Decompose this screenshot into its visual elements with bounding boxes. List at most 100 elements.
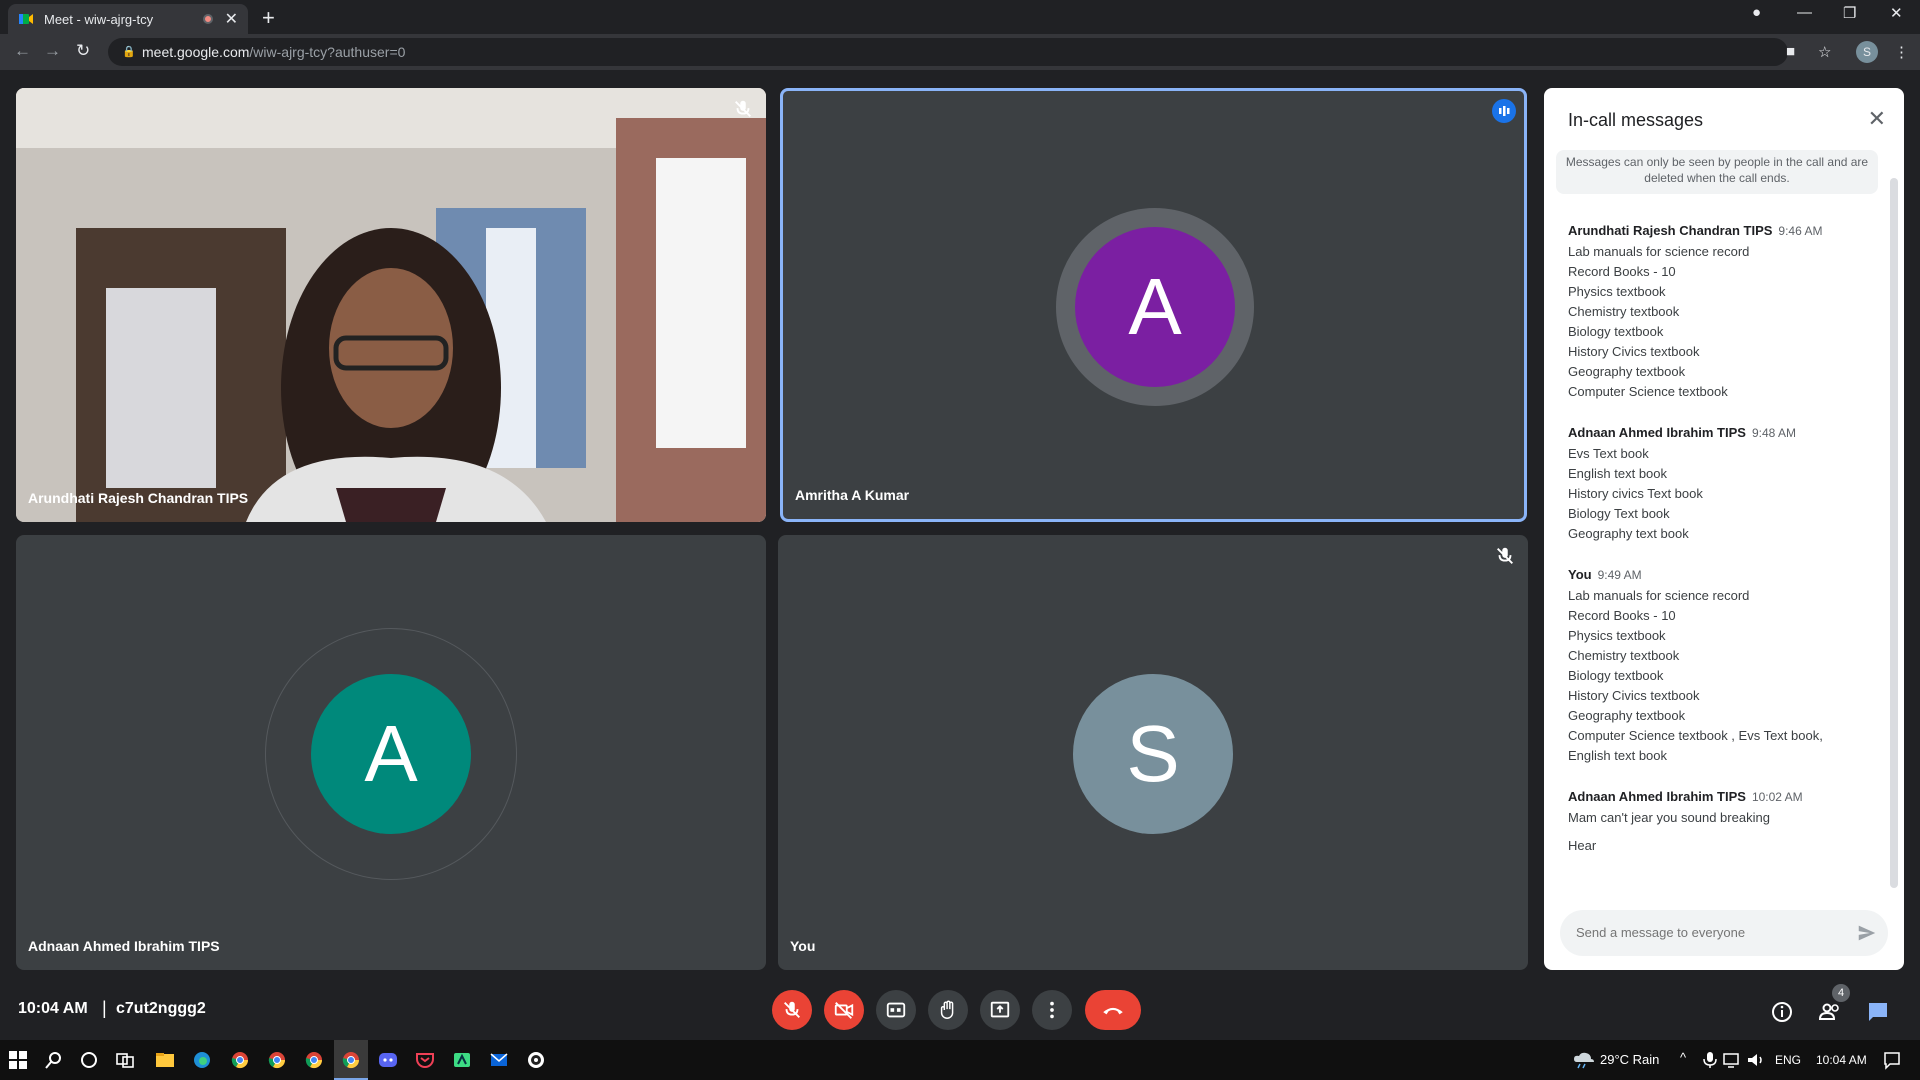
participant-name: You — [790, 938, 816, 954]
taskbar-active-app[interactable] — [334, 1040, 368, 1080]
camera-toggle-button[interactable] — [824, 990, 864, 1030]
system-clock[interactable]: 10:04 AM — [1816, 1053, 1867, 1067]
notifications-icon[interactable] — [1882, 1050, 1902, 1070]
chrome-icon[interactable] — [304, 1050, 324, 1070]
network-icon[interactable] — [1722, 1050, 1742, 1070]
address-bar[interactable]: 🔒 meet.google.com/wiw-ajrg-tcy?authuser=… — [108, 38, 1788, 66]
forward-icon[interactable]: → — [44, 41, 61, 61]
weather-text: 29°C Rain — [1600, 1052, 1660, 1067]
message-line: History Civics textbook — [1568, 344, 1700, 359]
phone-hangup-icon — [1103, 1007, 1123, 1015]
lock-icon: 🔒 — [122, 46, 136, 58]
message-line: Computer Science textbook , Evs Text boo… — [1568, 728, 1823, 743]
browser-menu-icon[interactable]: ⋮ — [1894, 43, 1909, 61]
chat-icon[interactable] — [1866, 1000, 1890, 1024]
maximize-button[interactable]: ❐ — [1843, 4, 1856, 22]
message-line: Lab manuals for science record — [1568, 244, 1750, 259]
discord-icon[interactable] — [378, 1050, 398, 1070]
message-line: Geography textbook — [1568, 364, 1686, 379]
task-view-icon[interactable] — [115, 1050, 135, 1070]
camera-off-icon — [834, 1002, 854, 1019]
message-line: Hear — [1568, 838, 1597, 853]
microphone-toggle-button[interactable] — [772, 990, 812, 1030]
mic-off-icon — [735, 100, 751, 117]
message-list: Arundhati Rajesh Chandran TIPS 9:46 AM Lab… — [1568, 222, 1868, 878]
meeting-code: c7ut2nggg2 — [116, 1000, 206, 1017]
message-line: Mam can't jear you sound breaking — [1568, 810, 1770, 825]
message-line — [1568, 828, 1868, 836]
participant-name: Arundhati Rajesh Chandran TIPS — [28, 490, 249, 506]
close-window-button[interactable]: ✕ — [1890, 4, 1903, 22]
browser-tab[interactable]: Meet - wiw-ajrg-tcy ✕ — [8, 4, 248, 34]
hand-icon — [940, 1000, 954, 1019]
chrome-icon[interactable] — [267, 1050, 287, 1070]
edge-browser-icon[interactable] — [192, 1050, 212, 1070]
message-line: Evs Text book — [1568, 446, 1649, 461]
participant-tile[interactable]: A Amritha A Kumar — [780, 88, 1527, 522]
participant-tile[interactable]: Arundhati Rajesh Chandran TIPS — [16, 88, 766, 522]
meeting-details-icon[interactable] — [1770, 1000, 1794, 1024]
send-icon[interactable] — [1856, 922, 1878, 944]
scrollbar[interactable] — [1890, 178, 1898, 888]
message-line: English text book — [1568, 748, 1668, 763]
more-options-button[interactable] — [1032, 990, 1072, 1030]
leave-call-button[interactable] — [1085, 990, 1141, 1030]
message-line: Geography textbook — [1568, 708, 1686, 723]
mail-icon[interactable] — [489, 1050, 509, 1070]
avatar: A — [311, 674, 471, 834]
camera-in-use-icon[interactable]: ■ — [1786, 43, 1795, 60]
raise-hand-button[interactable] — [928, 990, 968, 1030]
minimize-button[interactable]: — — [1797, 4, 1812, 21]
message-sender: Adnaan Ahmed Ibrahim TIPS — [1568, 425, 1746, 440]
people-icon[interactable] — [1818, 1000, 1842, 1024]
meeting-controls-bar: 10:04 AM | c7ut2nggg2 4 — [0, 980, 1920, 1040]
reload-icon[interactable]: ↻ — [76, 41, 90, 61]
file-explorer-icon[interactable] — [155, 1050, 175, 1070]
cortana-icon[interactable] — [79, 1050, 99, 1070]
participant-video — [16, 88, 766, 522]
chrome-icon — [342, 1052, 360, 1069]
message-sender: Adnaan Ahmed Ibrahim TIPS — [1568, 789, 1746, 804]
self-tile[interactable]: S You — [778, 535, 1528, 970]
android-studio-icon[interactable] — [452, 1050, 472, 1070]
tab-title: Meet - wiw-ajrg-tcy — [44, 11, 154, 27]
tray-chevron-icon[interactable]: ^ — [1680, 1050, 1700, 1070]
message-line: Biology textbook — [1568, 668, 1664, 683]
chat-message: Adnaan Ahmed Ibrahim TIPS 9:48 AM Evs Text… — [1568, 424, 1868, 544]
url-host: meet.google.com — [142, 44, 250, 60]
message-line: English text book — [1568, 466, 1668, 481]
message-time: 9:48 AM — [1751, 426, 1796, 440]
chrome-icon[interactable] — [230, 1050, 250, 1070]
profile-download-icon[interactable]: ● — [1752, 4, 1761, 21]
present-screen-button[interactable] — [980, 990, 1020, 1030]
message-header: Adnaan Ahmed Ibrahim TIPS 10:02 AM — [1568, 788, 1868, 806]
input-language[interactable]: ENG — [1775, 1053, 1801, 1067]
participant-tile[interactable]: A Adnaan Ahmed Ibrahim TIPS — [16, 535, 766, 970]
participant-count-badge: 4 — [1832, 984, 1850, 1002]
browser-tab-strip: Meet - wiw-ajrg-tcy ✕ + ● — ❐ ✕ — [0, 0, 1920, 34]
new-tab-button[interactable]: + — [262, 5, 275, 31]
weather-rain-icon[interactable] — [1572, 1050, 1596, 1070]
bookmark-star-icon[interactable]: ☆ — [1818, 43, 1831, 61]
chat-message: Adnaan Ahmed Ibrahim TIPS 10:02 AM Mam can… — [1568, 788, 1868, 856]
windows-taskbar: 29°C Rain ^ ENG 10:04 AM — [0, 1040, 1920, 1080]
captions-button[interactable] — [876, 990, 916, 1030]
message-line: Biology Text book — [1568, 506, 1670, 521]
volume-icon[interactable] — [1746, 1050, 1766, 1070]
microphone-tray-icon[interactable] — [1700, 1050, 1720, 1070]
close-icon[interactable]: ✕ — [1868, 106, 1886, 132]
close-tab-icon[interactable]: ✕ — [225, 9, 238, 29]
windows-start-icon[interactable] — [8, 1050, 28, 1070]
separator: | — [102, 998, 107, 1018]
captions-icon — [886, 1002, 906, 1018]
obs-studio-icon[interactable] — [526, 1050, 546, 1070]
back-icon[interactable]: ← — [14, 41, 31, 61]
message-time: 10:02 AM — [1751, 790, 1803, 804]
profile-avatar[interactable]: S — [1856, 41, 1878, 63]
message-line: Lab manuals for science record — [1568, 588, 1750, 603]
participant-name: Amritha A Kumar — [795, 487, 910, 503]
mic-off-icon — [784, 1001, 800, 1018]
search-icon[interactable] — [44, 1050, 64, 1070]
chat-input[interactable] — [1560, 910, 1888, 956]
pocket-icon[interactable] — [415, 1050, 435, 1070]
